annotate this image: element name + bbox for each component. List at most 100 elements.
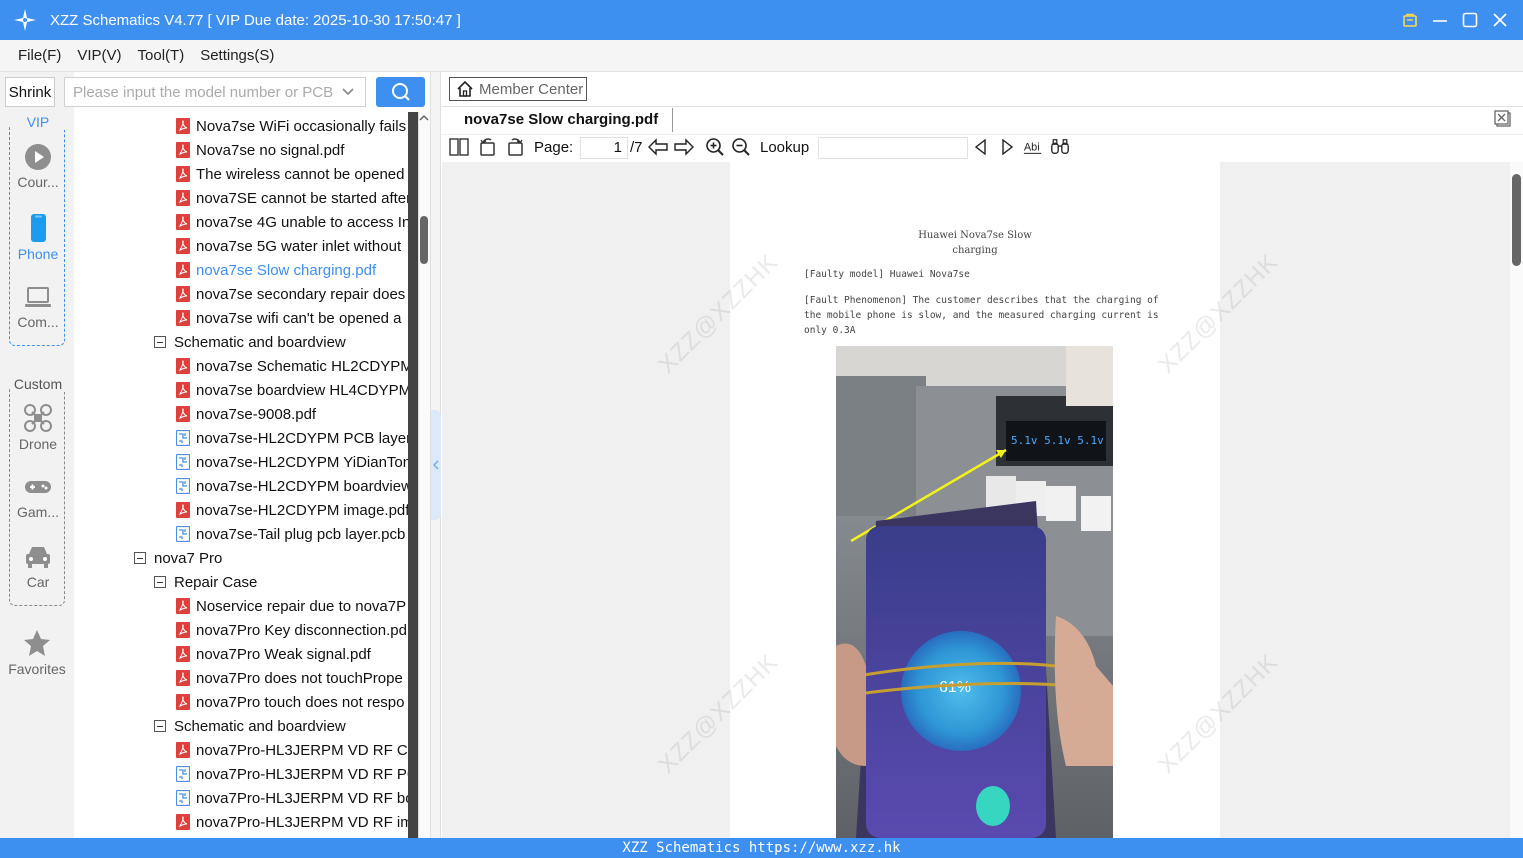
maximize-button[interactable] [1461, 11, 1479, 29]
collapse-toggle-icon[interactable] [154, 336, 166, 348]
tree-file[interactable]: nova7se wifi can't be opened a [176, 306, 402, 330]
tree-file[interactable]: nova7Pro Weak signal.pdf [176, 642, 371, 666]
collapse-panel-button[interactable] [431, 410, 441, 520]
rail-item-drone[interactable]: Drone [10, 403, 66, 463]
rotate-right-icon[interactable] [505, 137, 525, 157]
tree-item-label: nova7SE cannot be started after [196, 189, 408, 207]
tree-folder[interactable]: nova7 Pro [134, 546, 222, 570]
next-page-icon[interactable] [674, 137, 694, 157]
collapse-toggle-icon[interactable] [154, 720, 166, 732]
tree-folder[interactable]: Schematic and boardview [154, 714, 346, 738]
rail-item-phone[interactable]: Phone [10, 213, 66, 273]
pdf-file-icon [176, 310, 190, 326]
search-button[interactable] [376, 77, 425, 107]
tree-file[interactable]: nova7SE cannot be started after [176, 186, 408, 210]
tree-file[interactable]: Noservice repair due to nova7P [176, 594, 406, 618]
menu-settings[interactable]: Settings(S) [200, 47, 274, 64]
vip-bag-icon[interactable] [1401, 11, 1419, 29]
chevron-down-icon[interactable] [341, 85, 355, 99]
rail-item-label: Phone [17, 246, 59, 262]
tree-file[interactable]: nova7se secondary repair does [176, 282, 405, 306]
tree-scrollbar-thumb[interactable] [420, 216, 428, 264]
menu-tool[interactable]: Tool(T) [138, 47, 185, 64]
tree-file[interactable]: nova7se-HL2CDYPM image.pdf [176, 498, 408, 522]
search-placeholder: Please input the model number or PCB [73, 83, 334, 101]
close-tabs-icon[interactable] [1494, 110, 1512, 128]
tree-file[interactable]: nova7se-9008.pdf [176, 402, 316, 426]
tree-file[interactable]: nova7se boardview HL4CDYPM [176, 378, 408, 402]
find-next-icon[interactable] [997, 137, 1017, 157]
tree-item-label: nova7se-HL2CDYPM boardview [196, 477, 408, 495]
tree-file[interactable]: Nova7se no signal.pdf [176, 138, 344, 162]
tree-item-label: nova7se-HL2CDYPM PCB layer.p [196, 429, 408, 447]
rail-item-car[interactable]: Car [10, 543, 66, 603]
tree-folder[interactable]: Schematic and boardview [154, 330, 346, 354]
tree-item-label: Repair Case [174, 573, 258, 591]
file-tree: Nova7se WiFi occasionally fails Nova7se n… [74, 112, 408, 838]
tree-file[interactable]: nova7se-HL2CDYPM PCB layer.p [176, 426, 408, 450]
zoom-out-icon[interactable] [731, 137, 751, 157]
tree-item-label: nova7se-HL2CDYPM YiDianTon [196, 453, 408, 471]
collapse-toggle-icon[interactable] [134, 552, 146, 564]
status-bar: XZZ Schematics https://www.xzz.hk [0, 838, 1523, 858]
tree-file[interactable]: The wireless cannot be opened [176, 162, 404, 186]
tree-file[interactable]: nova7Pro-HL3JERPM VD RF Cor [176, 738, 408, 762]
shrink-button[interactable]: Shrink [5, 77, 55, 107]
page-number-input[interactable]: 1 [580, 137, 628, 159]
member-center-button[interactable]: Member Center [449, 77, 587, 101]
rail-item-computer[interactable]: Com... [10, 283, 66, 343]
tree-file[interactable]: nova7se-HL2CDYPM YiDianTon [176, 450, 408, 474]
two-page-view-icon[interactable] [449, 137, 469, 157]
tree-file[interactable]: nova7Pro-HL3JERPM VD RF ima [176, 810, 408, 834]
tree-item-label: nova7Pro-HL3JERPM VD RF ima [196, 813, 408, 831]
laptop-icon [25, 287, 51, 307]
viewer-scrollbar-thumb[interactable] [1512, 174, 1521, 266]
pdf-file-icon [176, 382, 190, 398]
tree-file[interactable]: nova7Pro-HL3JERPM VD RF boa [176, 786, 408, 810]
rail-item-game[interactable]: Gam... [10, 473, 66, 533]
pdf-file-icon [176, 142, 190, 158]
menu-file[interactable]: File(F) [18, 47, 61, 64]
tree-file[interactable]: nova7Pro touch does not respo [176, 690, 404, 714]
tree-item-label: nova7Pro Key disconnection.pd [196, 621, 407, 639]
play-circle-icon [25, 144, 51, 170]
search-input[interactable]: Please input the model number or PCB [64, 77, 366, 107]
tree-file[interactable]: nova7Pro-HL3JERPM VD RF PCI [176, 762, 408, 786]
binoculars-icon[interactable] [1050, 137, 1070, 157]
tree-file[interactable]: nova7se 5G water inlet without [176, 234, 401, 258]
page-total: /7 [630, 139, 643, 156]
pdf-title: Huawei Nova7se Slow charging [730, 228, 1220, 258]
tab-nova7se-slow-charging[interactable]: nova7se Slow charging.pdf [464, 108, 674, 132]
home-icon [457, 80, 473, 97]
tree-item-label: nova7se-Tail plug pcb layer.pcb [196, 525, 406, 543]
previous-page-icon[interactable] [648, 137, 668, 157]
menu-vip[interactable]: VIP(V) [77, 47, 121, 64]
collapse-toggle-icon[interactable] [154, 576, 166, 588]
rail-item-favorites[interactable]: Favorites [4, 628, 70, 688]
find-previous-icon[interactable] [971, 137, 991, 157]
tree-file[interactable]: Nova7se WiFi occasionally fails [176, 114, 406, 138]
match-case-icon[interactable]: Abi [1023, 137, 1043, 157]
tree-file[interactable]: nova7se-HL2CDYPM boardview [176, 474, 408, 498]
rotate-left-icon[interactable] [478, 137, 498, 157]
tree-file[interactable]: nova7se Schematic HL2CDYPM. [176, 354, 408, 378]
title-bar[interactable]: XZZ Schematics V4.77 [ VIP Due date: 202… [0, 0, 1523, 40]
tree-file[interactable]: nova7Pro Key disconnection.pd [176, 618, 407, 642]
tree-folder[interactable]: Repair Case [154, 570, 257, 594]
minimize-button[interactable] [1431, 11, 1449, 29]
search-icon [391, 83, 410, 101]
drone-icon [24, 404, 52, 432]
page-label: Page: [534, 139, 574, 156]
tree-file[interactable]: nova7se-Tail plug pcb layer.pcb [176, 522, 405, 546]
rail-item-courses[interactable]: Cour... [10, 143, 66, 203]
vip-group-label: VIP [10, 114, 66, 130]
pcb-file-icon [176, 454, 190, 470]
tree-file[interactable]: nova7se 4G unable to access Int [176, 210, 408, 234]
scroll-up-arrow-icon[interactable] [419, 113, 429, 123]
tree-file[interactable]: nova7Pro does not touchPrope [176, 666, 403, 690]
tree-file[interactable]: nova7se Slow charging.pdf [176, 258, 376, 282]
close-button[interactable] [1491, 11, 1509, 29]
tree-item-label: nova7Pro-HL3JERPM VD RF PCI [196, 765, 408, 783]
zoom-in-icon[interactable] [705, 137, 725, 157]
lookup-input[interactable] [818, 137, 968, 159]
